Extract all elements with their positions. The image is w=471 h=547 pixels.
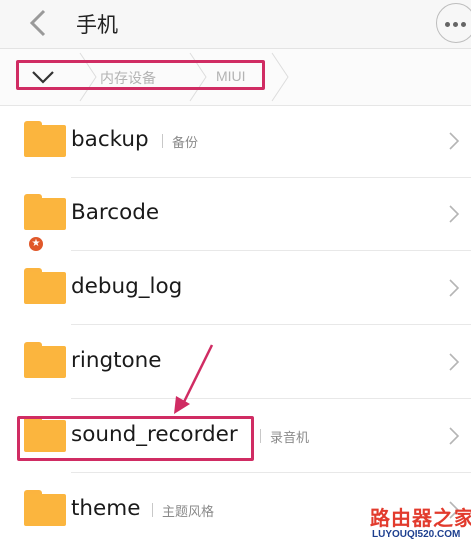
folder-name: ringtone: [71, 348, 162, 373]
folder-description: 录音机: [258, 427, 309, 446]
title-bar: 手机: [0, 0, 471, 49]
list-item-ringtone[interactable]: ringtone: [0, 326, 471, 399]
more-dot: [453, 22, 458, 27]
watermark-url: LUYOUQI520.COM: [372, 529, 461, 540]
chevron-right-icon: [449, 427, 460, 445]
chevron-right-icon: [449, 353, 460, 371]
more-options-button[interactable]: [436, 3, 471, 43]
folder-description: 备份: [160, 132, 198, 151]
folder-icon: [24, 194, 66, 230]
more-dots-icon: [445, 22, 450, 27]
watermark-title: 路由器之家: [370, 506, 471, 530]
star-badge-icon: ★: [28, 236, 44, 252]
folder-name: theme: [71, 496, 141, 521]
folder-icon: [24, 342, 66, 378]
divider: [71, 472, 471, 473]
list-item-backup[interactable]: backup 备份: [0, 105, 471, 178]
site-watermark: 路由器之家 LUYOUQI520.COM: [370, 502, 471, 546]
list-item-debug-log[interactable]: debug_log: [0, 252, 471, 325]
folder-name: Barcode: [71, 200, 160, 225]
divider: [71, 250, 471, 251]
sound-recorder-highlight-box: [17, 416, 254, 461]
chevron-left-icon[interactable]: [26, 8, 50, 38]
folder-name: debug_log: [71, 274, 183, 299]
divider: [71, 398, 471, 399]
more-dot: [461, 22, 466, 27]
folder-icon: [24, 268, 66, 304]
chevron-right-icon: [449, 132, 460, 150]
list-item-barcode[interactable]: Barcode: [0, 178, 471, 251]
divider: [71, 324, 471, 325]
chevron-right-icon: [449, 205, 460, 223]
folder-icon: [24, 490, 66, 526]
folder-description: 主题风格: [150, 501, 214, 520]
folder-name: backup: [71, 127, 149, 152]
chevron-right-icon: [449, 279, 460, 297]
folder-icon: [24, 121, 66, 157]
page-title: 手机: [76, 13, 118, 37]
breadcrumb-highlight-box: [16, 60, 265, 90]
